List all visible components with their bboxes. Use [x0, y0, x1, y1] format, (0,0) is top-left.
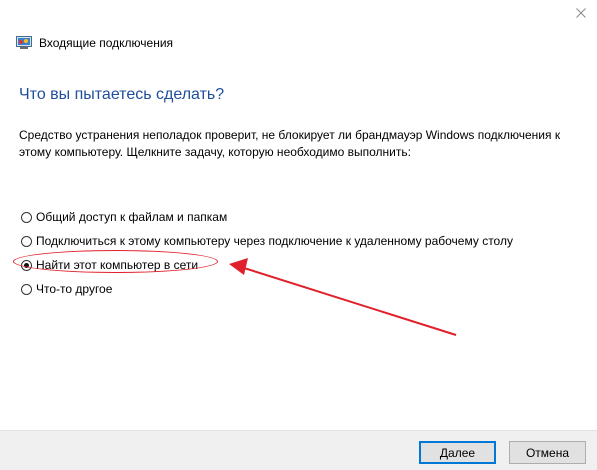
radio-button-selected[interactable] — [21, 259, 32, 271]
radio-button[interactable] — [21, 283, 32, 295]
next-button[interactable]: Далее — [419, 441, 496, 464]
option-label: Что-то другое — [36, 282, 113, 296]
dialog-footer: Далее Отмена — [0, 430, 597, 470]
close-icon — [576, 8, 586, 18]
option-label: Общий доступ к файлам и папкам — [36, 210, 228, 224]
radio-button[interactable] — [21, 235, 32, 247]
page-heading: Что вы пытаетесь сделать? — [19, 86, 225, 103]
task-options: Общий доступ к файлам и папкам Подключит… — [21, 205, 513, 301]
window-header: Входящие подключения — [16, 34, 173, 52]
option-label: Подключиться к этому компьютеру через по… — [36, 234, 513, 248]
network-troubleshooter-icon — [16, 36, 32, 50]
option-label: Найти этот компьютер в сети — [36, 258, 199, 272]
option-remote-desktop[interactable]: Подключиться к этому компьютеру через по… — [21, 229, 513, 253]
option-something-else[interactable]: Что-то другое — [21, 277, 513, 301]
option-find-computer[interactable]: Найти этот компьютер в сети — [21, 253, 513, 277]
option-file-sharing[interactable]: Общий доступ к файлам и папкам — [21, 205, 513, 229]
window-title: Входящие подключения — [39, 36, 174, 50]
cancel-button[interactable]: Отмена — [509, 441, 586, 464]
close-button[interactable] — [565, 0, 597, 26]
radio-button[interactable] — [21, 211, 32, 223]
description-text: Средство устранения неполадок проверит, … — [19, 128, 561, 159]
